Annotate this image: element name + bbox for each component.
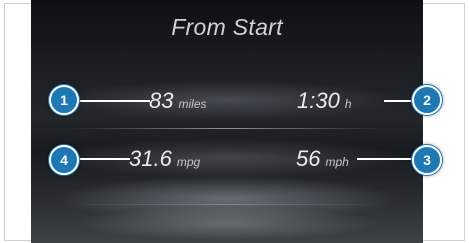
- page-title: From Start: [171, 14, 283, 40]
- distance-readout: 83 miles: [149, 88, 207, 114]
- consumption-readout: 31.6 mpg: [129, 146, 200, 172]
- time-readout: 1:30 h: [297, 88, 352, 114]
- speed-readout: 56 mph: [296, 146, 349, 172]
- distance-value: 83: [149, 88, 174, 113]
- callout-2-leader: [384, 100, 414, 102]
- consumption-value: 31.6: [129, 146, 172, 171]
- time-value: 1:30: [297, 88, 340, 113]
- callout-4-badge: 4: [49, 145, 79, 175]
- speed-unit: mph: [325, 155, 349, 169]
- divider-line: [70, 128, 384, 129]
- speed-value: 56: [296, 146, 321, 171]
- floor-reflection: [70, 204, 384, 205]
- callout-3-leader: [357, 158, 414, 160]
- distance-unit: miles: [178, 97, 207, 111]
- consumption-unit: mpg: [176, 155, 201, 169]
- callout-1-badge: 1: [49, 85, 79, 115]
- callout-3-badge: 3: [412, 145, 442, 175]
- callout-2-badge: 2: [412, 85, 442, 115]
- trip-computer-display: From Start 83 miles 1:30 h 31.6 mpg 56 mph: [31, 0, 423, 243]
- time-unit: h: [344, 97, 352, 111]
